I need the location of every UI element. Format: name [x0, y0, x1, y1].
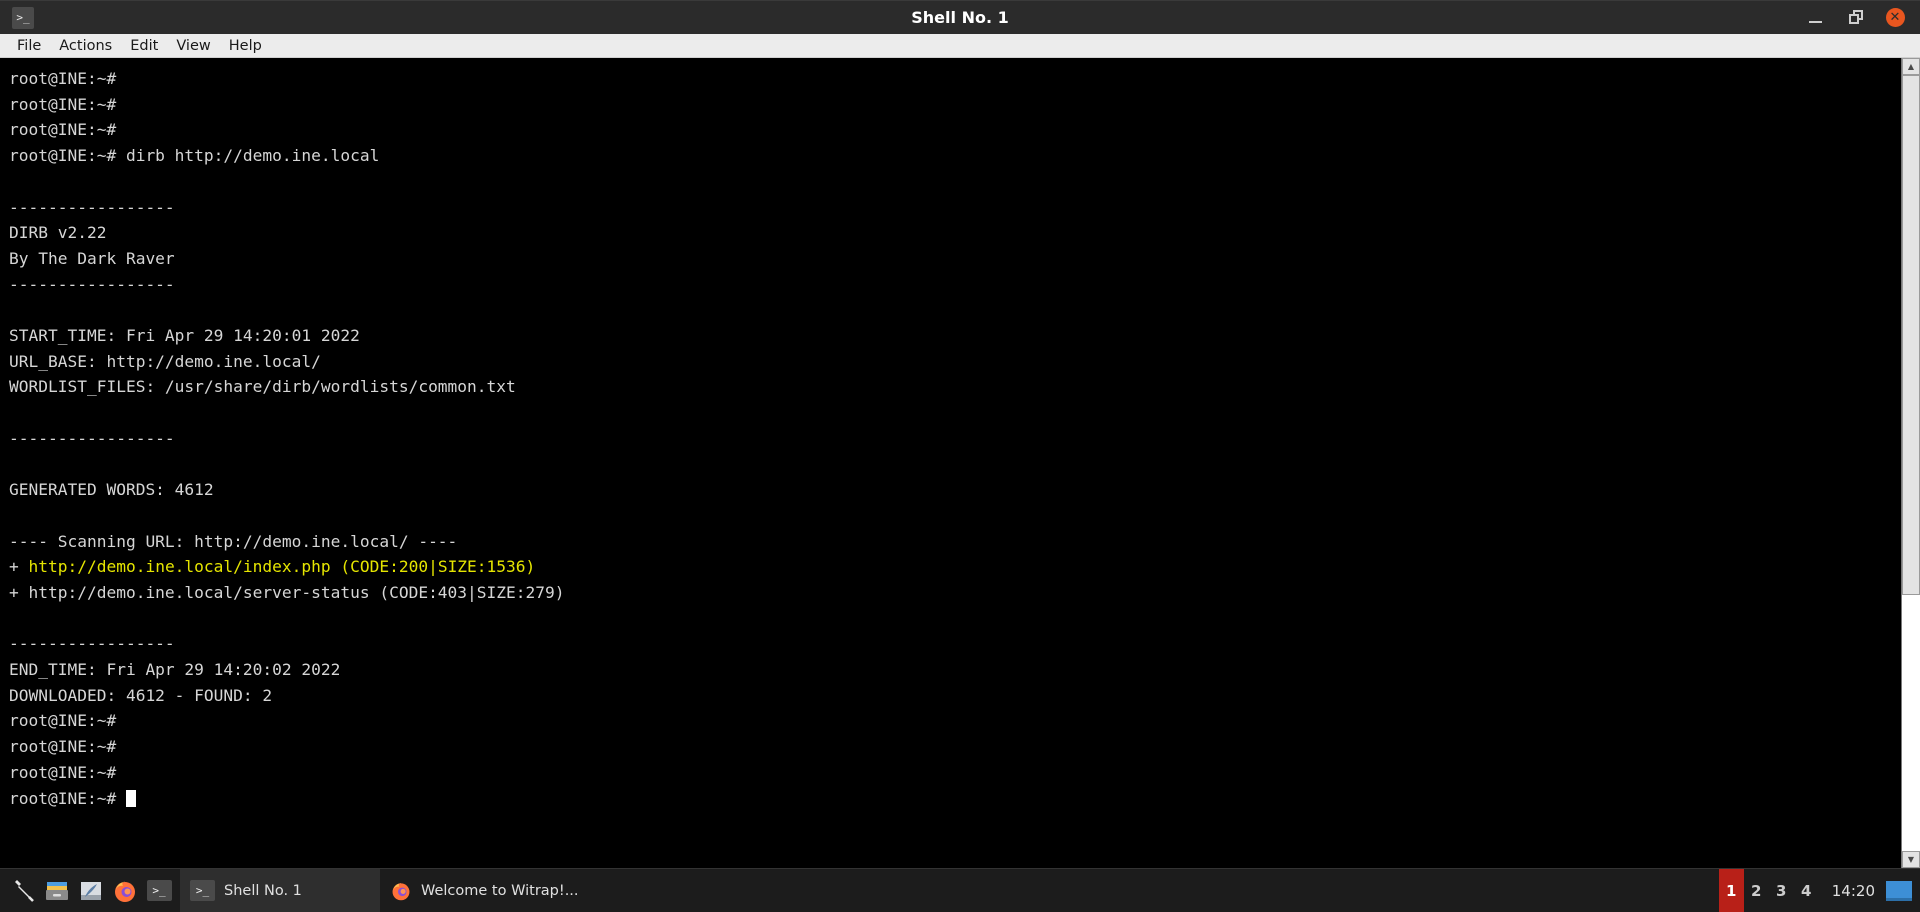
taskbar: >_ >_ Shell No. 1 Welcome to Witrap!... … [0, 868, 1920, 912]
menu-view[interactable]: View [167, 37, 219, 55]
terminal-cursor [126, 790, 136, 807]
terminal-line: By The Dark Raver [9, 246, 1901, 272]
taskbar-launchers: >_ [0, 876, 180, 906]
terminal-line: START_TIME: Fri Apr 29 14:20:01 2022 [9, 323, 1901, 349]
terminal-line-text: http://demo.ine.local/index.php (CODE:20… [29, 557, 536, 576]
terminal-line: GENERATED WORDS: 4612 [9, 477, 1901, 503]
terminal-line-text: root@INE:~# [9, 763, 116, 782]
terminal-line: root@INE:~# [9, 760, 1901, 786]
tools-icon[interactable] [8, 876, 38, 906]
terminal-line-text: DIRB v2.22 [9, 223, 106, 242]
terminal-line: + http://demo.ine.local/index.php (CODE:… [9, 554, 1901, 580]
menu-file[interactable]: File [8, 37, 50, 55]
terminal-line-text: ----------------- [9, 275, 175, 294]
taskbar-clock[interactable]: 14:20 [1819, 882, 1886, 900]
terminal-line-text: URL_BASE: http://demo.ine.local/ [9, 352, 321, 371]
terminal-line [9, 297, 1901, 323]
terminal-launcher-icon[interactable]: >_ [144, 876, 174, 906]
workspace-2[interactable]: 2 [1744, 869, 1769, 912]
terminal-line: root@INE:~# dirb http://demo.ine.local [9, 143, 1901, 169]
terminal-line: DIRB v2.22 [9, 220, 1901, 246]
close-button[interactable]: ✕ [1884, 7, 1906, 29]
terminal-line-text: root@INE:~# [9, 120, 116, 139]
close-icon: ✕ [1886, 8, 1905, 27]
terminal-line [9, 503, 1901, 529]
terminal-line [9, 400, 1901, 426]
terminal-line-text: root@INE:~# [9, 95, 116, 114]
terminal-line-text: By The Dark Raver [9, 249, 175, 268]
workspace-3[interactable]: 3 [1769, 869, 1794, 912]
workspace-1[interactable]: 1 [1719, 869, 1744, 912]
terminal-line: URL_BASE: http://demo.ine.local/ [9, 349, 1901, 375]
terminal-line-text: root@INE:~# [9, 737, 116, 756]
terminal-line: root@INE:~# [9, 92, 1901, 118]
scrollbar-track[interactable] [1902, 75, 1920, 851]
terminal-line: root@INE:~# [9, 786, 1901, 812]
terminal-line-text: ----------------- [9, 429, 175, 448]
terminal-line: root@INE:~# [9, 66, 1901, 92]
terminal-line: + http://demo.ine.local/server-status (C… [9, 580, 1901, 606]
terminal-line: ---- Scanning URL: http://demo.ine.local… [9, 529, 1901, 555]
maximize-button[interactable] [1844, 7, 1866, 29]
firefox-icon[interactable] [110, 876, 140, 906]
terminal-line: ----------------- [9, 426, 1901, 452]
workspace-4[interactable]: 4 [1794, 869, 1819, 912]
show-desktop-button[interactable] [1886, 881, 1912, 901]
terminal-line [9, 606, 1901, 632]
scroll-up-arrow-icon[interactable]: ▲ [1902, 58, 1920, 75]
taskbar-tray: 1 2 3 4 14:20 [1719, 869, 1920, 912]
terminal-line [9, 452, 1901, 478]
terminal-line: WORDLIST_FILES: /usr/share/dirb/wordlist… [9, 374, 1901, 400]
window-title: Shell No. 1 [0, 8, 1920, 27]
scroll-down-arrow-icon[interactable]: ▼ [1902, 851, 1920, 868]
taskbar-window-welcome-witrap[interactable]: Welcome to Witrap!... [380, 869, 593, 912]
terminal-line-text: ---- Scanning URL: http://demo.ine.local… [9, 532, 457, 551]
menubar: File Actions Edit View Help [0, 34, 1920, 58]
minimize-button[interactable] [1804, 7, 1826, 29]
file-manager-icon[interactable] [42, 876, 72, 906]
terminal-line-text: + http://demo.ine.local/server-status (C… [9, 583, 565, 602]
menu-edit[interactable]: Edit [121, 37, 167, 55]
taskbar-window-label: Shell No. 1 [224, 883, 302, 899]
terminal-line-text: WORDLIST_FILES: /usr/share/dirb/wordlist… [9, 377, 516, 396]
menu-actions[interactable]: Actions [50, 37, 121, 55]
terminal-line-text: END_TIME: Fri Apr 29 14:20:02 2022 [9, 660, 340, 679]
workspace-switcher: 1 2 3 4 [1719, 869, 1819, 912]
taskbar-window-shell-no-1[interactable]: >_ Shell No. 1 [180, 869, 380, 912]
terminal-line-text: DOWNLOADED: 4612 - FOUND: 2 [9, 686, 272, 705]
terminal-line: DOWNLOADED: 4612 - FOUND: 2 [9, 683, 1901, 709]
terminal-line-text: ----------------- [9, 634, 175, 653]
terminal-line: root@INE:~# [9, 117, 1901, 143]
taskbar-window-label: Welcome to Witrap!... [421, 883, 579, 899]
window-controls: ✕ [1804, 7, 1920, 29]
terminal-line: root@INE:~# [9, 708, 1901, 734]
terminal-line-text: ----------------- [9, 198, 175, 217]
terminal-line-prefix: + [9, 557, 29, 576]
terminal-line-text: START_TIME: Fri Apr 29 14:20:01 2022 [9, 326, 360, 345]
terminal-area: root@INE:~# root@INE:~# root@INE:~# root@IN… [0, 58, 1920, 868]
terminal-scrollbar[interactable]: ▲ ▼ [1901, 58, 1920, 868]
terminal-line-text: GENERATED WORDS: 4612 [9, 480, 214, 499]
text-editor-icon[interactable] [76, 876, 106, 906]
terminal-icon: >_ [190, 880, 215, 901]
terminal-line [9, 169, 1901, 195]
terminal-window-icon: >_ [12, 7, 34, 29]
terminal-line: END_TIME: Fri Apr 29 14:20:02 2022 [9, 657, 1901, 683]
firefox-icon [390, 880, 412, 902]
terminal-line: ----------------- [9, 272, 1901, 298]
terminal-output[interactable]: root@INE:~# root@INE:~# root@INE:~# root@IN… [0, 58, 1901, 868]
terminal-line-text: root@INE:~# [9, 789, 126, 808]
scrollbar-thumb[interactable] [1902, 75, 1920, 595]
terminal-line-text: root@INE:~# [9, 69, 116, 88]
window-titlebar[interactable]: >_ Shell No. 1 ✕ [0, 0, 1920, 34]
terminal-line: root@INE:~# [9, 734, 1901, 760]
terminal-glyph: >_ [147, 880, 172, 901]
terminal-line-text: root@INE:~# dirb http://demo.ine.local [9, 146, 379, 165]
menu-help[interactable]: Help [220, 37, 271, 55]
terminal-line: ----------------- [9, 195, 1901, 221]
taskbar-window-buttons: >_ Shell No. 1 Welcome to Witrap!... [180, 869, 593, 912]
terminal-line: ----------------- [9, 631, 1901, 657]
terminal-line-text: root@INE:~# [9, 711, 116, 730]
